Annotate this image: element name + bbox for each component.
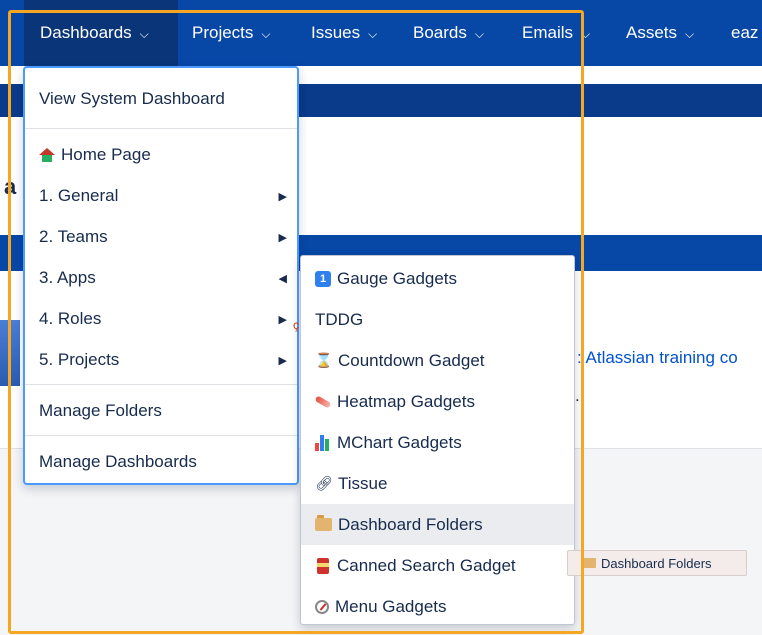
caret-right-icon: ▶ xyxy=(278,231,287,244)
training-link[interactable]: : Atlassian training co xyxy=(577,348,738,368)
nav-dashboards-label: Dashboards xyxy=(40,23,132,42)
gauge-icon: 1 xyxy=(315,270,331,287)
menu-item-label: 1. General xyxy=(39,186,119,205)
chevron-down-icon: ⌵ xyxy=(261,26,271,41)
partial-image xyxy=(0,320,20,386)
nav-eaz-label: eaz xyxy=(731,23,759,42)
chevron-down-icon: ⌵ xyxy=(685,26,695,41)
submenu-item-menu-gadgets[interactable]: Menu Gadgets xyxy=(301,586,574,627)
submenu-item-gauge-gadgets[interactable]: 1 Gauge Gadgets xyxy=(301,258,574,299)
menu-item-roles[interactable]: 4. Roles ▶ xyxy=(25,300,297,338)
menu-item-view-system-dashboard[interactable]: View System Dashboard xyxy=(25,80,297,118)
menu-item-label: Manage Folders xyxy=(39,401,162,420)
caret-left-icon: ◀ xyxy=(278,272,287,285)
hourglass-icon: ⌛ xyxy=(315,352,333,368)
menu-item-label: 5. Projects xyxy=(39,350,120,369)
drag-tooltip: Dashboard Folders xyxy=(567,550,747,576)
caret-right-icon: ▶ xyxy=(278,313,287,326)
submenu-item-heatmap-gadgets[interactable]: Heatmap Gadgets xyxy=(301,381,574,422)
link-icon: 🔗︎ xyxy=(315,475,333,491)
cursor-indicator: ç xyxy=(293,318,299,332)
submenu-item-label: MChart Gadgets xyxy=(337,432,462,452)
menu-item-general[interactable]: 1. General ▶ xyxy=(25,177,297,215)
page-title-fragment: a xyxy=(4,174,17,199)
submenu-item-label: Gauge Gadgets xyxy=(337,268,458,288)
nav-dashboards[interactable]: Dashboards ⌵ xyxy=(24,0,178,66)
nav-emails[interactable]: Emails ⌵ xyxy=(522,0,590,66)
menu-divider xyxy=(25,384,297,385)
submenu-item-tissue[interactable]: 🔗︎ Tissue xyxy=(301,463,574,504)
menu-item-manage-folders[interactable]: Manage Folders xyxy=(25,392,297,430)
nav-emails-label: Emails xyxy=(522,23,574,42)
dashboards-dropdown-menu: View System Dashboard Home Page 1. Gener… xyxy=(23,66,299,485)
menu-item-label: View System Dashboard xyxy=(39,89,225,108)
chevron-down-icon: ⌵ xyxy=(581,26,591,41)
menu-item-label: 2. Teams xyxy=(39,227,108,246)
nav-boards-label: Boards xyxy=(413,23,467,42)
submenu-item-tddg[interactable]: TDDG xyxy=(301,299,574,340)
nav-assets[interactable]: Assets ⌵ xyxy=(626,0,694,66)
nav-issues-label: Issues xyxy=(311,23,361,42)
home-icon xyxy=(39,148,55,162)
text-fragment: . xyxy=(575,386,580,405)
folder-icon xyxy=(583,558,596,568)
chevron-down-icon: ⌵ xyxy=(368,26,378,41)
nav-projects[interactable]: Projects ⌵ xyxy=(192,0,271,66)
can-icon xyxy=(317,557,329,574)
chevron-down-icon: ⌵ xyxy=(139,26,149,41)
menu-divider xyxy=(25,128,297,129)
nav-eaz[interactable]: eaz xyxy=(731,0,758,66)
submenu-item-label: TDDG xyxy=(315,309,364,329)
chevron-down-icon: ⌵ xyxy=(474,26,484,41)
nav-assets-label: Assets xyxy=(626,23,678,42)
submenu-item-label: Tissue xyxy=(338,473,388,493)
submenu-item-mchart-gadgets[interactable]: MChart Gadgets xyxy=(301,422,574,463)
menu-item-projects[interactable]: 5. Projects ▶ xyxy=(25,341,297,379)
submenu-item-label: Canned Search Gadget xyxy=(337,555,516,575)
compass-icon xyxy=(315,599,329,614)
folder-icon xyxy=(315,515,332,531)
menu-item-label: 3. Apps xyxy=(39,268,96,287)
nav-boards[interactable]: Boards ⌵ xyxy=(413,0,484,66)
nav-projects-label: Projects xyxy=(192,23,254,42)
menu-divider xyxy=(25,435,297,436)
submenu-item-label: Menu Gadgets xyxy=(335,596,447,616)
menu-item-apps[interactable]: 3. Apps ◀ xyxy=(25,259,297,297)
apps-submenu: 1 Gauge Gadgets TDDG ⌛ Countdown Gadget … xyxy=(300,255,575,625)
menu-item-home-page[interactable]: Home Page xyxy=(25,136,297,174)
menu-item-teams[interactable]: 2. Teams ▶ xyxy=(25,218,297,256)
heatmap-icon xyxy=(314,394,332,409)
caret-right-icon: ▶ xyxy=(278,354,287,367)
menu-item-manage-dashboards[interactable]: Manage Dashboards xyxy=(25,443,297,481)
submenu-item-dashboard-folders[interactable]: Dashboard Folders xyxy=(301,504,574,545)
submenu-item-countdown-gadget[interactable]: ⌛ Countdown Gadget xyxy=(301,340,574,381)
menu-item-label: Manage Dashboards xyxy=(39,452,197,471)
drag-tooltip-label: Dashboard Folders xyxy=(601,555,712,571)
nav-issues[interactable]: Issues ⌵ xyxy=(311,0,377,66)
submenu-item-label: Heatmap Gadgets xyxy=(337,391,475,411)
submenu-item-label: Dashboard Folders xyxy=(338,514,483,534)
top-navigation-bar: Dashboards ⌵ Projects ⌵ Issues ⌵ Boards … xyxy=(0,0,762,66)
menu-item-label: 4. Roles xyxy=(39,309,102,328)
menu-item-label: Home Page xyxy=(61,145,151,164)
bar-chart-icon xyxy=(315,434,331,451)
caret-right-icon: ▶ xyxy=(278,190,287,203)
submenu-item-label: Countdown Gadget xyxy=(338,350,485,370)
submenu-item-canned-search-gadget[interactable]: Canned Search Gadget xyxy=(301,545,574,586)
